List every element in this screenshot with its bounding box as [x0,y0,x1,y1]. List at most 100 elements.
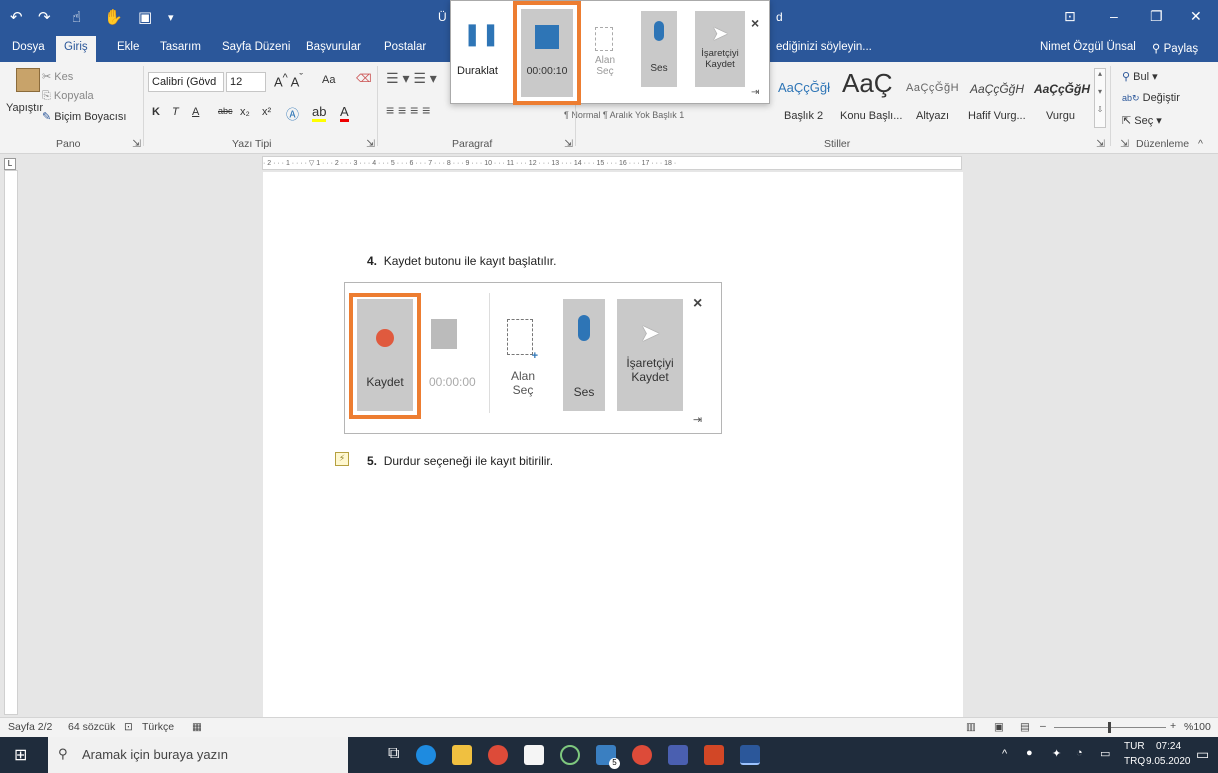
style-preview-subtitle[interactable]: AaÇçĞğH [906,82,959,94]
touch-mode-icon[interactable]: ☝ [72,8,81,26]
edge-icon[interactable] [416,745,436,765]
paste-button[interactable]: Yapıştır [6,102,43,114]
recording-toolbar[interactable]: ❚❚ Duraklat 00:00:10 Alan Seç Ses ➤ İşar… [450,0,770,105]
style-preview-title[interactable]: AaÇ [842,68,893,99]
paragraph-launcher-icon[interactable]: ⇲ [564,138,573,150]
tab-tasarim[interactable]: Tasarım [160,41,201,53]
styles-launcher-icon[interactable]: ⇲ [1096,138,1105,150]
input-layout[interactable]: TRQ [1124,756,1145,767]
bold-button[interactable]: K [152,106,160,118]
chrome-icon[interactable] [488,745,508,765]
paste-icon[interactable] [16,68,40,92]
clock-time[interactable]: 07:24 [1156,741,1181,752]
clear-format-icon[interactable]: ⌫ [356,72,372,85]
close-icon[interactable]: ✕ [1190,8,1202,25]
customize-icon[interactable]: ✋ [104,8,123,26]
editing-launcher-icon[interactable]: ⇲ [1120,138,1129,150]
style-preview-emphasis[interactable]: AaÇçĞğH [1034,82,1090,96]
microphone-tray-icon[interactable]: ● [1026,747,1033,759]
find-button[interactable]: ⚲ Bul ▾ [1122,70,1158,83]
tab-postalar[interactable]: Postalar [384,41,426,53]
vertical-ruler[interactable] [4,170,18,715]
superscript-button[interactable]: x² [262,106,271,118]
pin-icon[interactable]: ⇥ [751,87,759,98]
print-layout-icon[interactable]: ▣ [994,721,1004,733]
zoom-out-icon[interactable]: – [1040,720,1046,732]
taskbar-search[interactable]: ⚲ Aramak için buraya yazın [48,737,348,773]
audio-button[interactable]: Ses [641,11,677,87]
font-size-select[interactable]: 12 [226,72,266,92]
word-icon[interactable] [740,745,760,765]
cut-button[interactable]: ✂ Kes [42,70,73,83]
style-preview-subtle-emphasis[interactable]: AaÇçĞğH [970,82,1024,96]
tab-giris[interactable]: Giriş [56,36,96,62]
horizontal-ruler[interactable]: · 2 · · · 1 · · · · ▽ 1 · · · 2 · · · 3 … [262,156,962,170]
show-hidden-icons[interactable]: ^ [1002,748,1007,760]
underline-button[interactable]: A [192,106,199,118]
area-select-icon[interactable] [595,27,613,51]
tab-basvurular[interactable]: Başvurular [306,41,361,53]
layout-options-icon[interactable]: ⚡ [335,452,349,466]
zoom-slider-thumb[interactable] [1108,722,1111,733]
mail-icon[interactable]: 5 [596,745,620,769]
align-icon[interactable]: ≡ ≡ ≡ ≡ [386,102,430,118]
page-count[interactable]: Sayfa 2/2 [8,721,52,733]
tab-ekle[interactable]: Ekle [117,41,139,53]
pause-button[interactable]: Duraklat [457,65,498,77]
strikethrough-button[interactable]: abc [218,106,233,116]
font-launcher-icon[interactable]: ⇲ [366,138,375,150]
font-color-icon[interactable]: A [340,104,349,122]
italic-button[interactable]: T [172,106,179,118]
word-count[interactable]: 64 sözcük [68,721,115,733]
proofing-icon[interactable]: ⊡ [124,721,133,733]
zoom-level[interactable]: %100 [1184,721,1211,733]
tab-selector[interactable]: L [4,158,16,170]
zoom-in-icon[interactable]: + [1170,720,1176,732]
wifi-icon[interactable]: ◔ [1076,747,1083,759]
redo-icon[interactable]: ↷ [38,8,51,26]
task-view-icon[interactable]: ⧉ [388,745,399,763]
macro-icon[interactable]: ▦ [192,721,202,733]
dropbox-icon[interactable]: ✦ [1052,747,1061,760]
minimize-icon[interactable]: – [1110,8,1118,24]
subscript-button[interactable]: x₂ [240,106,250,118]
ribbon-display-icon[interactable]: ⊡ [1064,8,1076,25]
language[interactable]: Türkçe [142,721,174,733]
tab-dosya[interactable]: Dosya [12,41,45,53]
clock-date[interactable]: 9.05.2020 [1146,756,1191,767]
dictionary-icon[interactable] [668,745,688,765]
record-pointer-button[interactable]: ➤ İşaretçiyi Kaydet [695,11,745,87]
user-name[interactable]: Nimet Özgül Ünsal [1040,41,1136,53]
maximize-icon[interactable]: ❐ [1150,8,1163,25]
undo-icon[interactable]: ↶ [10,8,23,26]
format-painter-button[interactable]: ✎ Biçim Boyacısı [42,110,126,123]
tab-sayfa-duzeni[interactable]: Sayfa Düzeni [222,41,290,53]
change-case-button[interactable]: Aa [322,74,335,86]
styles-scroll[interactable]: ▴ ▾ ⇩ [1094,68,1106,128]
input-language[interactable]: TUR [1124,741,1145,752]
copy-button[interactable]: ⎘ Kopyala [42,90,94,103]
windows-start-icon[interactable]: ⊞ [14,745,27,765]
tell-me-box[interactable]: ediğinizi söyleyin... [776,41,872,53]
pause-icon[interactable]: ❚❚ [463,21,500,47]
powerpoint-icon[interactable] [704,745,724,765]
save-icon[interactable]: ▣ [138,8,152,26]
collapse-ribbon-icon[interactable]: ^ [1198,138,1203,150]
ulead-icon[interactable] [560,745,580,765]
toolbar-close-icon[interactable]: × [751,15,759,31]
read-mode-icon[interactable]: ▥ [966,721,976,733]
style-preview-heading2[interactable]: AaÇçĞğł [778,80,830,95]
battery-icon[interactable]: ▭ [1100,747,1110,760]
share-button[interactable]: ⚲ Paylaş [1152,41,1198,55]
embedded-toolbar-image[interactable]: Kaydet 00:00:00 + Alan Seç Ses ➤ İşaretç… [344,282,722,434]
grow-font-icon[interactable]: A^ Aˇ [274,72,303,89]
replace-button[interactable]: ab↻ Değiştir [1122,92,1180,104]
file-explorer-icon[interactable] [452,745,472,765]
document-page[interactable]: 4. Kaydet butonu ile kayıt başlatılır. ⚡… [263,172,963,717]
notifications-icon[interactable]: ▭ [1196,746,1209,763]
clipboard-launcher-icon[interactable]: ⇲ [132,138,141,150]
web-layout-icon[interactable]: ▤ [1020,721,1030,733]
font-name-select[interactable]: Calibri (Gövd [148,72,224,92]
store-icon[interactable] [524,745,544,765]
chrome-icon-2[interactable] [632,745,652,765]
